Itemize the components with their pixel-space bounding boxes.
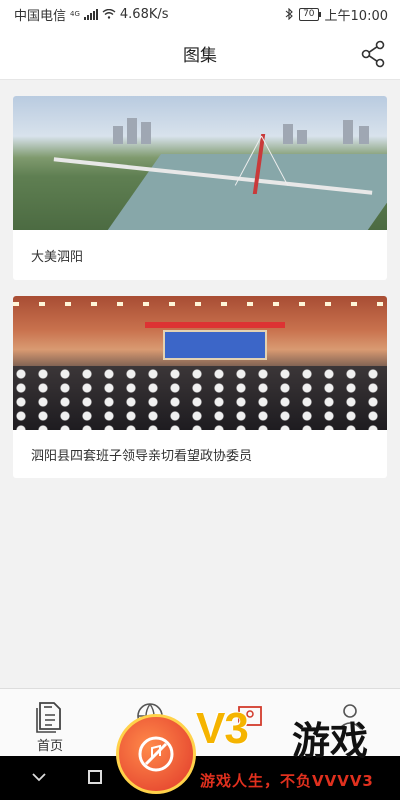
watermark-brand-cn: 游戏 <box>292 719 369 763</box>
back-icon[interactable] <box>30 768 48 786</box>
aerial-city-bridge-image <box>13 96 387 230</box>
conference-hall-image <box>13 296 387 430</box>
bluetooth-icon <box>285 8 293 20</box>
header-bar: 图集 <box>0 28 400 80</box>
signal-icon <box>83 8 98 20</box>
gallery-card[interactable]: 大美泗阳 <box>13 96 387 280</box>
network-type: 4G <box>70 10 80 18</box>
watermark-slogan: 游戏人生，不负VVVV3 <box>200 772 374 790</box>
gallery-card-caption: 泗阳县四套班子领导亲切看望政协委员 <box>31 448 253 464</box>
nav-item-home[interactable]: 首页 <box>0 689 100 756</box>
document-icon <box>36 702 61 733</box>
network-speed: 4.68K/s <box>119 6 169 22</box>
home-square-icon[interactable] <box>88 770 102 784</box>
carrier-label: 中国电信 <box>14 8 67 24</box>
battery-indicator: 70 <box>299 7 322 21</box>
share-icon[interactable] <box>360 40 386 68</box>
status-bar: 中国电信 4G 4.68K/s 70 上午10:00 <box>0 0 400 28</box>
page-title: 图集 <box>183 46 217 66</box>
watermark-brand: V3 <box>196 704 249 753</box>
nav-item-label: 首页 <box>36 739 63 754</box>
clock: 上午10:00 <box>324 8 388 24</box>
gallery-list: 大美泗阳 泗阳县四套班子领导亲切看望政协委员 <box>13 96 387 494</box>
watermark-overlay: V3 游戏 游戏人生，不负VVVV3 <box>110 700 400 800</box>
gallery-card[interactable]: 泗阳县四套班子领导亲切看望政协委员 <box>13 296 387 478</box>
music-disc-icon <box>116 714 196 794</box>
gallery-card-caption: 大美泗阳 <box>31 249 84 265</box>
wifi-icon <box>102 9 116 19</box>
